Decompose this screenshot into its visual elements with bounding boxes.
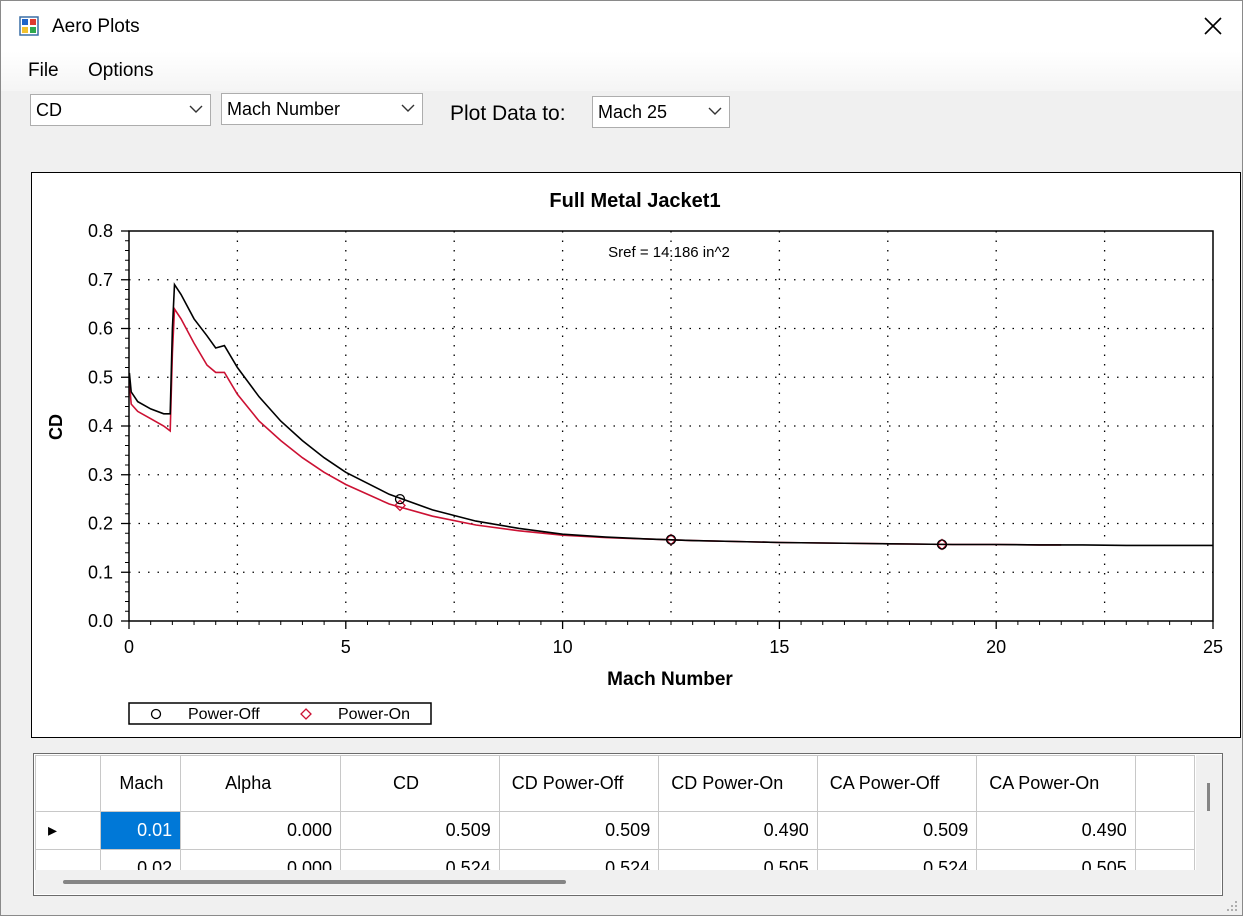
y-tick-label: 0.5 bbox=[88, 367, 113, 387]
sref-annotation: Sref = 14.186 in^2 bbox=[608, 244, 730, 261]
close-icon bbox=[1204, 17, 1222, 35]
chart-title: Full Metal Jacket1 bbox=[549, 190, 720, 212]
horizontal-scroll-thumb[interactable] bbox=[63, 880, 566, 884]
menu-bar: File Options bbox=[1, 51, 1242, 91]
x-tick-label: 0 bbox=[124, 637, 134, 657]
cell-ca-power-on[interactable]: 0.490 bbox=[976, 811, 1136, 850]
app-icon bbox=[19, 16, 39, 36]
aero-plots-window: Aero Plots File Options CD Mach Number P… bbox=[0, 0, 1243, 916]
cell-cd[interactable]: 0.509 bbox=[340, 811, 500, 850]
y-axis-label: CD bbox=[46, 414, 66, 440]
cell-mach[interactable]: 0.01 bbox=[100, 811, 182, 850]
vertical-scrollbar[interactable] bbox=[1196, 755, 1222, 870]
cell-alpha[interactable]: 0.000 bbox=[180, 811, 342, 850]
menu-options[interactable]: Options bbox=[88, 60, 153, 82]
chevron-down-icon bbox=[189, 105, 203, 113]
chart-panel: Full Metal Jacket1 Sref = 14.186 in^2 Ma… bbox=[31, 172, 1241, 738]
table-row[interactable]: ▸ 0.01 0.000 0.509 0.509 0.490 0.509 0.4… bbox=[34, 811, 1196, 850]
data-grid-panel: Mach Alpha CD CD Power-Off CD Power-On C… bbox=[33, 753, 1223, 896]
series-line-power-on bbox=[128, 306, 1062, 546]
x-tick-label: 15 bbox=[769, 637, 789, 657]
x-variable-select[interactable]: Mach Number bbox=[221, 93, 423, 125]
chevron-down-icon bbox=[401, 104, 415, 112]
y-tick-label: 0.2 bbox=[88, 514, 113, 534]
y-tick-label: 0.8 bbox=[88, 221, 113, 241]
row-header-corner bbox=[34, 755, 102, 812]
cell-cd-power-off[interactable]: 0.509 bbox=[498, 811, 660, 850]
row-indicator[interactable]: ▸ bbox=[34, 811, 102, 850]
tick-layer: 0 5 10 15 20 25 0.0 0.1 0.2 0.3 0.4 0.5 0.6 0.7 0.8 bbox=[88, 221, 1223, 657]
plot-data-to-label: Plot Data to: bbox=[450, 102, 566, 125]
column-header-cd[interactable]: CD bbox=[340, 755, 500, 812]
x-axis-label: Mach Number bbox=[607, 669, 733, 690]
column-header-ca-power-on[interactable]: CA Power-On bbox=[976, 755, 1136, 812]
horizontal-scrollbar[interactable] bbox=[35, 870, 1221, 894]
y-variable-select[interactable]: CD bbox=[30, 94, 211, 126]
resize-grip-icon[interactable] bbox=[1226, 900, 1238, 912]
grid-lines bbox=[129, 231, 1213, 621]
y-tick-label: 0.0 bbox=[88, 611, 113, 631]
column-header-cd-power-off[interactable]: CD Power-Off bbox=[498, 755, 660, 812]
series-line-power-off bbox=[128, 282, 1213, 547]
column-header-mach[interactable]: Mach bbox=[100, 755, 182, 812]
y-tick-label: 0.7 bbox=[88, 270, 113, 290]
menu-file[interactable]: File bbox=[28, 60, 59, 82]
plot-data-to-select[interactable]: Mach 25 bbox=[592, 96, 730, 128]
y-variable-value: CD bbox=[36, 100, 62, 120]
close-button[interactable] bbox=[1184, 1, 1242, 51]
series-layer bbox=[128, 282, 1213, 551]
x-variable-value: Mach Number bbox=[227, 99, 341, 119]
cell-filler bbox=[1134, 811, 1196, 850]
data-grid[interactable]: Mach Alpha CD CD Power-Off CD Power-On C… bbox=[34, 755, 1196, 888]
data-grid-table: Mach Alpha CD CD Power-Off CD Power-On C… bbox=[34, 755, 1196, 888]
x-tick-label: 20 bbox=[986, 637, 1006, 657]
column-header-cd-power-on[interactable]: CD Power-On bbox=[658, 755, 818, 812]
cell-ca-power-off[interactable]: 0.509 bbox=[816, 811, 978, 850]
column-header-alpha[interactable]: Alpha bbox=[180, 755, 342, 812]
column-header-ca-power-off[interactable]: CA Power-Off bbox=[816, 755, 978, 812]
chevron-down-icon bbox=[708, 107, 722, 115]
window-title: Aero Plots bbox=[52, 16, 140, 37]
grid-header-row: Mach Alpha CD CD Power-Off CD Power-On C… bbox=[34, 755, 1196, 812]
column-header-filler bbox=[1134, 755, 1196, 812]
y-tick-label: 0.3 bbox=[88, 465, 113, 485]
legend-label-power-on: Power-On bbox=[338, 706, 410, 723]
legend-label-power-off: Power-Off bbox=[188, 706, 260, 723]
x-tick-label: 25 bbox=[1203, 637, 1223, 657]
y-tick-label: 0.4 bbox=[88, 416, 113, 436]
legend: Power-Off Power-On bbox=[128, 702, 432, 725]
x-tick-label: 5 bbox=[341, 637, 351, 657]
title-bar: Aero Plots bbox=[1, 1, 1242, 51]
y-tick-label: 0.6 bbox=[88, 319, 113, 339]
x-tick-label: 10 bbox=[553, 637, 573, 657]
cd-vs-mach-chart: Full Metal Jacket1 Sref = 14.186 in^2 Ma… bbox=[46, 190, 1223, 725]
plot-data-to-value: Mach 25 bbox=[598, 102, 668, 122]
cell-cd-power-on[interactable]: 0.490 bbox=[658, 811, 818, 850]
y-tick-label: 0.1 bbox=[88, 562, 113, 582]
vertical-scroll-thumb[interactable] bbox=[1207, 783, 1210, 811]
